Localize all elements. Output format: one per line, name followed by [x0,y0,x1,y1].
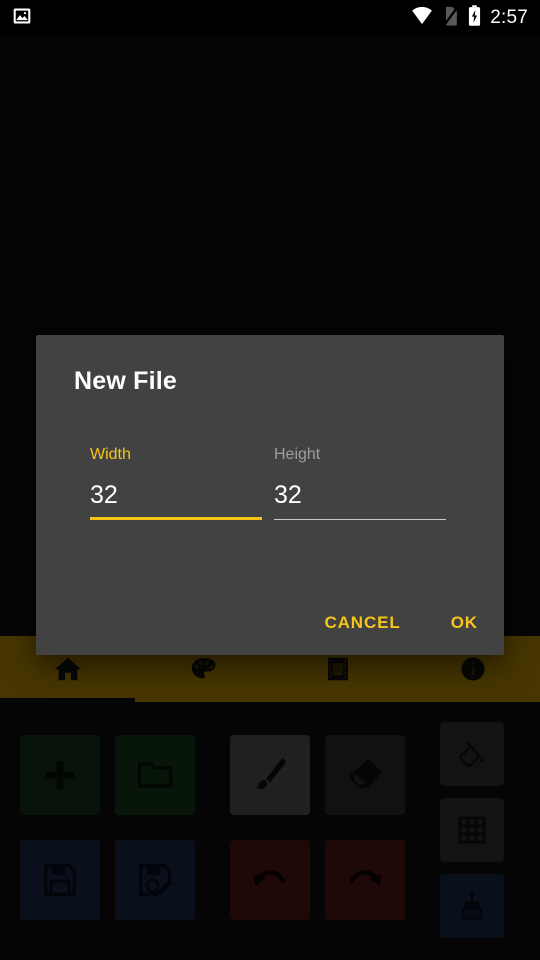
height-field-label: Height [274,446,321,463]
status-bar-clock: 2:57 [490,7,528,28]
image-icon [12,6,32,31]
battery-charging-icon [468,5,481,31]
height-field[interactable]: Height 32 [274,445,446,520]
width-field[interactable]: Width 32 [90,445,262,520]
ok-button[interactable]: OK [441,605,488,641]
height-field-underline [274,519,446,520]
no-sim-icon [442,5,459,31]
width-field-underline [90,517,262,520]
dialog-title: New File [74,367,178,395]
cancel-button[interactable]: CANCEL [314,605,410,641]
height-field-value[interactable]: 32 [274,480,446,510]
wifi-icon [411,6,433,30]
status-bar: 2:57 [0,0,540,36]
new-file-dialog: New File Width 32 Height 32 CANCEL OK [36,335,504,655]
status-bar-system-icons: 2:57 [411,5,528,31]
status-bar-notifications [12,6,32,31]
app-screen: 2:57 New File Width 32 Height 32 CANCEL … [0,0,540,960]
width-field-value[interactable]: 32 [90,480,262,510]
dialog-action-row: CANCEL OK [314,605,488,641]
width-field-label: Width [90,446,131,463]
